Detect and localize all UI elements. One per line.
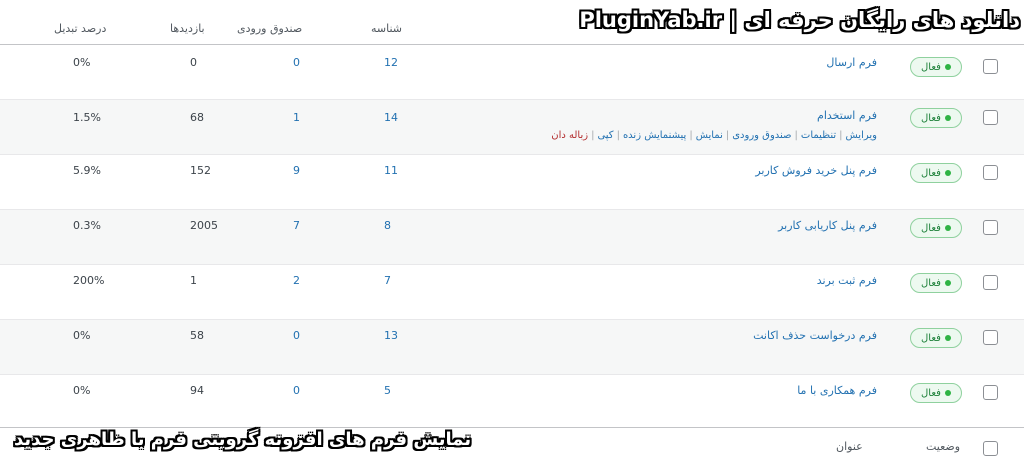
status-badge[interactable]: فعال [910, 383, 962, 403]
action-edit[interactable]: ویرایش [846, 130, 877, 141]
status-dot-icon [944, 280, 951, 286]
form-conversion: 1.5% [73, 111, 101, 124]
action-inbox[interactable]: صندوق ورودی [732, 130, 791, 141]
form-title[interactable]: فرم درخواست حذف اکانت [753, 329, 877, 342]
form-views: 94 [190, 384, 204, 397]
status-label: فعال [921, 61, 941, 73]
status-dot-icon [944, 335, 951, 341]
action-trash[interactable]: زباله دان [551, 130, 588, 141]
form-conversion: 200% [73, 274, 105, 287]
status-badge[interactable]: فعال [910, 57, 962, 77]
forms-table: درصد تبدیل بازدیدها صندوق ورودی شناسه فع… [0, 0, 1024, 472]
form-id[interactable]: 14 [384, 111, 398, 124]
form-inbox-count[interactable]: 0 [293, 329, 300, 342]
status-dot-icon [944, 115, 951, 121]
action-separator: | [794, 130, 798, 141]
form-id[interactable]: 11 [384, 164, 398, 177]
table-row: فعال فرم ثبت برند 7 2 1 200% [0, 265, 1024, 320]
status-badge[interactable]: فعال [910, 163, 962, 183]
form-inbox-count[interactable]: 9 [293, 164, 300, 177]
form-conversion: 5.9% [73, 164, 101, 177]
form-views: 152 [190, 164, 211, 177]
header-inbox[interactable]: صندوق ورودی [237, 22, 302, 35]
action-separator: | [839, 130, 843, 141]
form-title[interactable]: فرم استخدام [817, 109, 877, 122]
table-row: فعال فرم پنل خرید فروش کاربر 11 9 152 5.… [0, 155, 1024, 210]
form-views: 58 [190, 329, 204, 342]
status-badge[interactable]: فعال [910, 218, 962, 238]
form-views: 0 [190, 56, 197, 69]
table-row: فعال فرم درخواست حذف اکانت 13 0 58 0% [0, 320, 1024, 375]
footer-status[interactable]: وضعیت [926, 440, 960, 453]
form-inbox-count[interactable]: 0 [293, 384, 300, 397]
status-badge[interactable]: فعال [910, 328, 962, 348]
row-checkbox[interactable] [983, 275, 998, 290]
header-conversion[interactable]: درصد تبدیل [54, 22, 106, 35]
form-id[interactable]: 12 [384, 56, 398, 69]
form-views: 2005 [190, 219, 218, 232]
status-badge[interactable]: فعال [910, 273, 962, 293]
action-separator: | [616, 130, 620, 141]
row-checkbox[interactable] [983, 110, 998, 125]
form-inbox-count[interactable]: 1 [293, 111, 300, 124]
banner-top-watermark: دانلود های رایگان حرفه ای | PluginYab.ir [579, 8, 1020, 32]
form-title[interactable]: فرم ثبت برند [817, 274, 877, 287]
row-checkbox[interactable] [983, 330, 998, 345]
table-row: فعال فرم ارسال 12 0 0 0% [0, 45, 1024, 100]
status-label: فعال [921, 222, 941, 234]
action-separator: | [725, 130, 730, 141]
status-dot-icon [944, 170, 951, 176]
action-settings[interactable]: تنظیمات [801, 130, 836, 141]
form-views: 1 [190, 274, 197, 287]
table-row: فعال فرم همکاری با ما 5 0 94 0% [0, 375, 1024, 430]
form-conversion: 0% [73, 384, 91, 397]
row-checkbox[interactable] [983, 220, 998, 235]
action-preview[interactable]: نمایش [696, 130, 723, 141]
form-inbox-count[interactable]: 0 [293, 56, 300, 69]
form-title[interactable]: فرم پنل خرید فروش کاربر [755, 164, 877, 177]
row-checkbox[interactable] [983, 165, 998, 180]
status-dot-icon [944, 225, 951, 231]
status-label: فعال [921, 112, 941, 124]
action-live-preview[interactable]: پیشنمایش زنده [623, 130, 686, 141]
form-title[interactable]: فرم پنل کاریابی کاربر [778, 219, 877, 232]
form-inbox-count[interactable]: 2 [293, 274, 300, 287]
header-id[interactable]: شناسه [371, 22, 402, 35]
row-checkbox[interactable] [983, 385, 998, 400]
form-inbox-count[interactable]: 7 [293, 219, 300, 232]
select-all-checkbox[interactable] [983, 441, 998, 456]
form-id[interactable]: 7 [384, 274, 391, 287]
form-id[interactable]: 8 [384, 219, 391, 232]
form-id[interactable]: 5 [384, 384, 391, 397]
row-actions: ویرایش|تنظیمات|صندوق ورودی|نمایش|پیشنمای… [551, 130, 877, 141]
form-conversion: 0% [73, 329, 91, 342]
action-copy[interactable]: کپی [597, 130, 613, 141]
form-conversion: 0% [73, 56, 91, 69]
form-title[interactable]: فرم ارسال [826, 56, 877, 69]
footer-title[interactable]: عنوان [836, 440, 863, 453]
form-id[interactable]: 13 [384, 329, 398, 342]
form-views: 68 [190, 111, 204, 124]
status-dot-icon [944, 64, 951, 70]
form-title[interactable]: فرم همکاری با ما [797, 384, 877, 397]
banner-bottom-caption: نمایش فرم های افزونه گرویتی فرم با ظاهری… [14, 429, 472, 450]
status-dot-icon [944, 390, 951, 396]
status-label: فعال [921, 167, 941, 179]
row-checkbox[interactable] [983, 59, 998, 74]
action-separator: | [591, 130, 595, 141]
status-label: فعال [921, 332, 941, 344]
action-separator: | [689, 130, 693, 141]
status-badge[interactable]: فعال [910, 108, 962, 128]
status-label: فعال [921, 277, 941, 289]
status-label: فعال [921, 387, 941, 399]
table-row: فعال فرم استخدام ویرایش|تنظیمات|صندوق ور… [0, 100, 1024, 155]
table-row: فعال فرم پنل کاریابی کاربر 8 7 2005 0.3% [0, 210, 1024, 265]
form-conversion: 0.3% [73, 219, 101, 232]
header-views[interactable]: بازدیدها [170, 22, 205, 35]
